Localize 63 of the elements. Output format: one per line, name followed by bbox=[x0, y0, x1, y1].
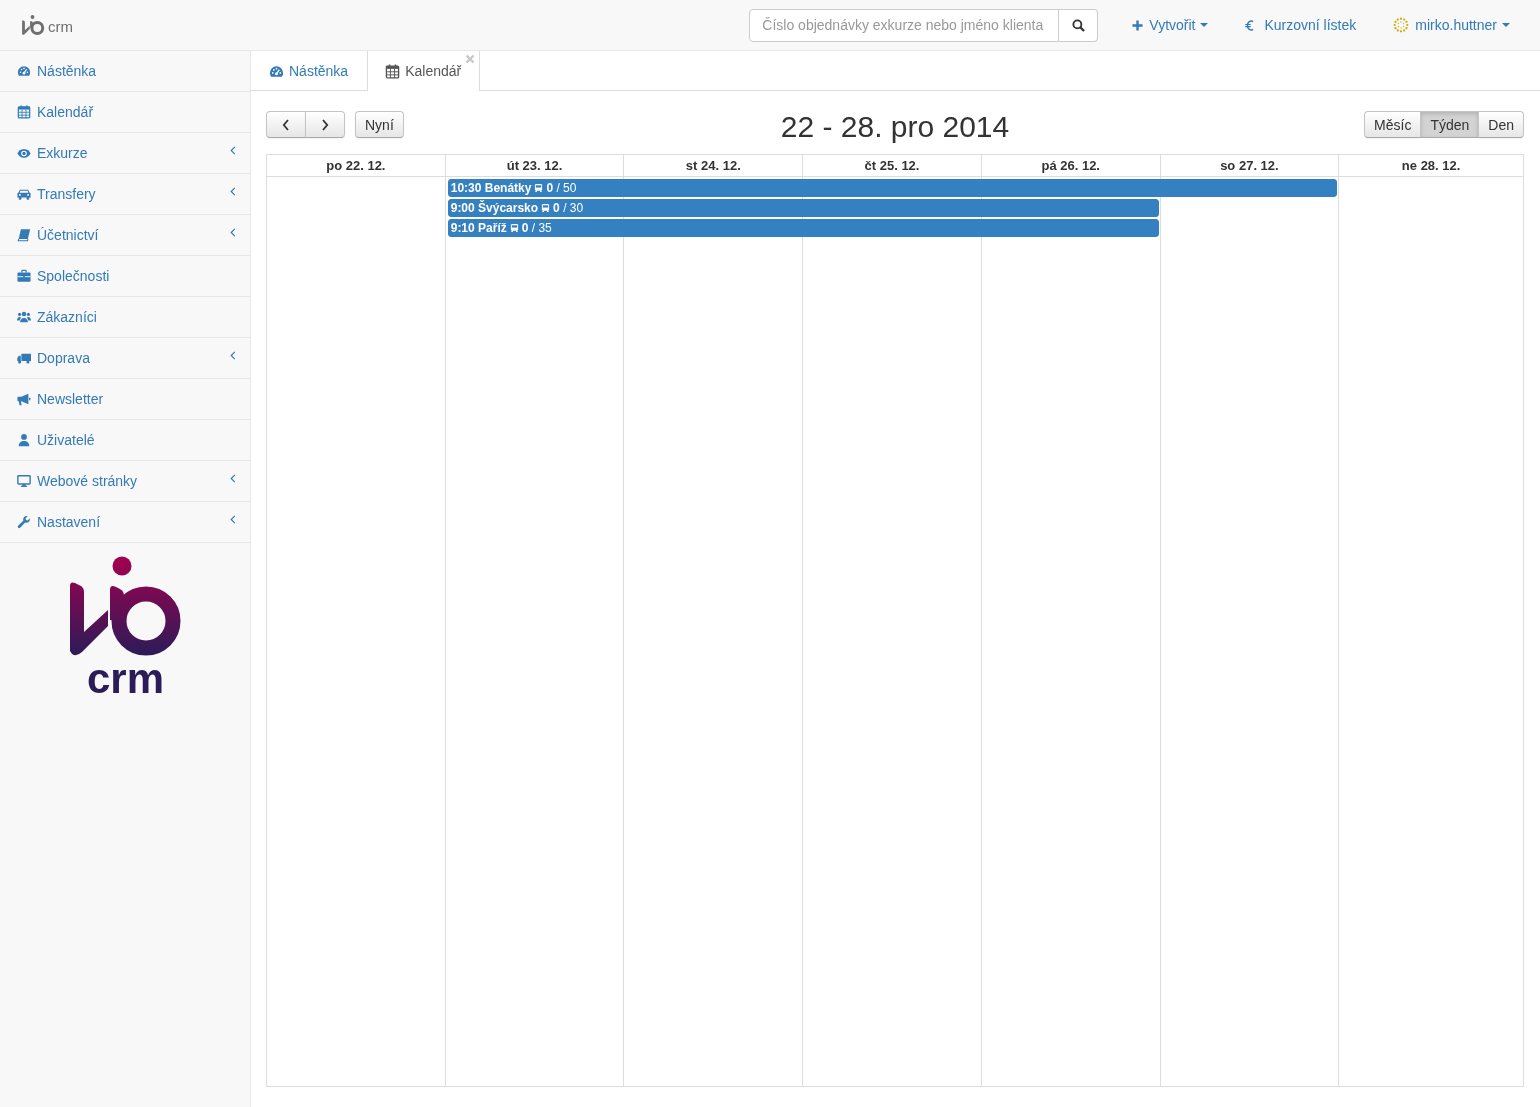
eye-icon bbox=[17, 146, 31, 160]
sidebar-item[interactable]: Transfery bbox=[0, 174, 250, 215]
day-header: pá 26. 12. bbox=[981, 155, 1161, 176]
calendar-event[interactable]: 10:30 Benátky 0 / 50 bbox=[447, 179, 1338, 197]
sidebar-item[interactable]: Uživatelé bbox=[0, 420, 250, 461]
calendar-title: 22 - 28. pro 2014 bbox=[780, 111, 1010, 143]
sidebar-item[interactable]: Kalendář bbox=[0, 92, 250, 133]
sidebar-item[interactable]: Doprava bbox=[0, 338, 250, 379]
truck-icon bbox=[17, 351, 31, 365]
calendar-icon bbox=[17, 105, 31, 119]
view-button[interactable]: Den bbox=[1478, 111, 1524, 138]
nav-link[interactable]: Kurzovní lístek bbox=[1245, 17, 1357, 33]
close-icon[interactable] bbox=[465, 54, 476, 64]
bus-icon bbox=[534, 183, 544, 193]
view-button[interactable]: Měsíc bbox=[1364, 111, 1422, 138]
logo-icon bbox=[22, 15, 45, 35]
calendar-icon bbox=[385, 63, 401, 79]
bus-icon bbox=[509, 223, 519, 233]
gauge-icon bbox=[269, 63, 284, 79]
search-icon bbox=[1071, 18, 1085, 32]
megaphone-icon bbox=[17, 392, 31, 406]
nav-link[interactable]: mirko.huttner bbox=[1393, 17, 1510, 33]
day-header: so 27. 12. bbox=[1160, 155, 1340, 176]
user-icon bbox=[17, 433, 31, 447]
plus-icon bbox=[1132, 19, 1144, 31]
search-button[interactable] bbox=[1059, 8, 1099, 42]
tab[interactable]: Nástěnka bbox=[251, 51, 368, 91]
briefcase-icon bbox=[17, 269, 31, 283]
calendar-event[interactable]: 9:00 Švýcarsko 0 / 30 bbox=[447, 199, 1159, 217]
tab[interactable]: Kalendář bbox=[367, 51, 481, 91]
logo-text: crm bbox=[86, 664, 165, 694]
chevron-left-icon bbox=[282, 118, 290, 131]
bus-icon bbox=[541, 203, 551, 213]
book-icon bbox=[17, 228, 31, 242]
next-button[interactable] bbox=[305, 111, 345, 138]
sidebar-item[interactable]: Nástěnka bbox=[0, 51, 250, 92]
gauge-icon bbox=[17, 64, 31, 78]
users-icon bbox=[17, 310, 31, 324]
logo-text[interactable]: crm bbox=[48, 18, 73, 34]
sidebar-item[interactable]: Společnosti bbox=[0, 256, 250, 297]
view-button[interactable]: Týden bbox=[1420, 111, 1480, 138]
search-field[interactable]: Číslo objednávky exkurze nebo jméno klienta bbox=[749, 8, 1060, 42]
previous-button[interactable] bbox=[266, 111, 306, 138]
sidebar-item[interactable]: Účetnictví bbox=[0, 215, 250, 256]
sidebar-item[interactable]: Zákazníci bbox=[0, 297, 250, 338]
day-header: čt 25. 12. bbox=[803, 155, 982, 176]
day-header: st 24. 12. bbox=[624, 155, 804, 176]
sidebar-item[interactable]: Newsletter bbox=[0, 379, 250, 420]
calendar-event[interactable]: 9:10 Paříž 0 / 35 bbox=[447, 219, 1159, 237]
day-header: út 23. 12. bbox=[445, 155, 625, 176]
nav-link[interactable]: Vytvořit bbox=[1132, 17, 1209, 33]
euro-icon bbox=[1245, 18, 1255, 32]
wrench-icon bbox=[17, 515, 31, 529]
chevron-right-icon bbox=[321, 118, 329, 131]
sidebar-item[interactable]: Exkurze bbox=[0, 133, 250, 174]
monitor-icon bbox=[17, 474, 31, 488]
day-header: po 22. 12. bbox=[267, 155, 446, 176]
sidebar-item[interactable]: Webové stránky bbox=[0, 461, 250, 502]
today-button[interactable]: Nyní bbox=[355, 111, 404, 138]
day-header: ne 28. 12. bbox=[1400, 157, 1462, 175]
dotted-ring-icon bbox=[1393, 17, 1410, 33]
car-icon bbox=[17, 187, 31, 201]
sidebar-item[interactable]: Nastavení bbox=[0, 502, 250, 543]
